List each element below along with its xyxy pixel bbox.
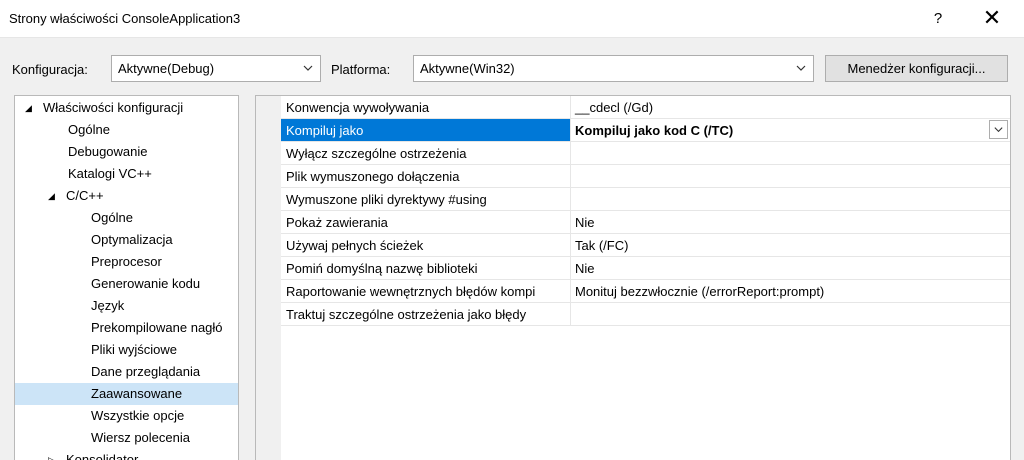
- property-name: Pokaż zawierania: [281, 211, 571, 233]
- property-value: [571, 165, 1010, 187]
- property-row-internal-compiler-error-reporting[interactable]: Raportowanie wewnętrznych błędów kompi M…: [281, 280, 1010, 303]
- title-bar: Strony właściwości ConsoleApplication3 ?…: [0, 0, 1024, 38]
- tree-item-all-options[interactable]: Wszystkie opcje: [15, 405, 238, 427]
- config-label: Konfiguracja:: [12, 62, 88, 77]
- property-value-text: Kompiluj jako kod C (/TC): [575, 123, 734, 138]
- tree-item-browse-information[interactable]: Dane przeglądania: [15, 361, 238, 383]
- configuration-manager-button[interactable]: Menedżer konfiguracji...: [825, 55, 1008, 82]
- chevron-down-icon: [994, 127, 1003, 133]
- value-dropdown-button[interactable]: [989, 120, 1008, 139]
- property-name: Kompiluj jako: [281, 119, 571, 141]
- help-button[interactable]: ?: [916, 4, 960, 32]
- property-value: [571, 303, 1010, 325]
- platform-value: Aktywne(Win32): [420, 61, 515, 76]
- property-value: [571, 188, 1010, 210]
- property-grid: Konwencja wywoływania __cdecl (/Gd) Komp…: [255, 95, 1011, 460]
- property-row-use-full-paths[interactable]: Używaj pełnych ścieżek Tak (/FC): [281, 234, 1010, 257]
- property-name: Traktuj szczególne ostrzeżenia jako błęd…: [281, 303, 571, 325]
- expanded-triangle-icon[interactable]: ◢: [25, 97, 35, 119]
- tree-item-advanced[interactable]: Zaawansowane: [15, 383, 238, 405]
- property-value: __cdecl (/Gd): [575, 100, 654, 115]
- config-value: Aktywne(Debug): [118, 61, 215, 76]
- property-name: Używaj pełnych ścieżek: [281, 234, 571, 256]
- property-value: Tak (/FC): [575, 238, 629, 253]
- property-row-show-includes[interactable]: Pokaż zawierania Nie: [281, 211, 1010, 234]
- close-button[interactable]: ✕: [970, 4, 1014, 32]
- property-name: Wyłącz szczególne ostrzeżenia: [281, 142, 571, 164]
- tree-item-debugging[interactable]: Debugowanie: [15, 141, 238, 163]
- tree-item-c-cpp[interactable]: ◢ C/C++: [15, 185, 238, 207]
- configuration-toolbar: Konfiguracja: Aktywne(Debug) Platforma: …: [0, 38, 1024, 94]
- property-row-forced-include-file[interactable]: Plik wymuszonego dołączenia: [281, 165, 1010, 188]
- platform-dropdown[interactable]: Aktywne(Win32): [413, 55, 814, 82]
- tree-item-configuration-properties[interactable]: ◢ Właściwości konfiguracji: [15, 97, 238, 119]
- property-name: Raportowanie wewnętrznych błędów kompi: [281, 280, 571, 302]
- window-title: Strony właściwości ConsoleApplication3: [9, 11, 241, 26]
- tree-item-preprocessor[interactable]: Preprocesor: [15, 251, 238, 273]
- property-tree[interactable]: ◢ Właściwości konfiguracji Ogólne Debugow…: [14, 95, 239, 460]
- expanded-triangle-icon[interactable]: ◢: [48, 185, 58, 207]
- property-row-calling-convention[interactable]: Konwencja wywoływania __cdecl (/Gd): [281, 96, 1010, 119]
- chevron-down-icon: [303, 65, 313, 71]
- tree-item-linker[interactable]: ▷ Konsolidator: [15, 449, 238, 460]
- tree-item-command-line[interactable]: Wiersz polecenia: [15, 427, 238, 449]
- tree-item-language[interactable]: Język: [15, 295, 238, 317]
- property-value: Kompiluj jako kod C (/TC): [571, 119, 1010, 141]
- property-name: Pomiń domyślną nazwę biblioteki: [281, 257, 571, 279]
- platform-label: Platforma:: [331, 62, 391, 77]
- tree-item-general[interactable]: Ogólne: [15, 119, 238, 141]
- property-value: [571, 142, 1010, 164]
- property-row-compile-as[interactable]: Kompiluj jako Kompiluj jako kod C (/TC): [281, 119, 1010, 142]
- config-dropdown[interactable]: Aktywne(Debug): [111, 55, 321, 82]
- tree-item-cpp-general[interactable]: Ogólne: [15, 207, 238, 229]
- property-row-disable-specific-warnings[interactable]: Wyłącz szczególne ostrzeżenia: [281, 142, 1010, 165]
- property-row-forced-using-files[interactable]: Wymuszone pliki dyrektywy #using: [281, 188, 1010, 211]
- property-row-omit-default-library-name[interactable]: Pomiń domyślną nazwę biblioteki Nie: [281, 257, 1010, 280]
- property-name: Wymuszone pliki dyrektywy #using: [281, 188, 571, 210]
- tree-item-vc-directories[interactable]: Katalogi VC++: [15, 163, 238, 185]
- close-icon: ✕: [982, 5, 1002, 30]
- chevron-down-icon: [796, 65, 806, 71]
- collapsed-triangle-icon[interactable]: ▷: [48, 449, 58, 460]
- tree-item-code-generation[interactable]: Generowanie kodu: [15, 273, 238, 295]
- help-icon: ?: [933, 9, 943, 27]
- property-name: Plik wymuszonego dołączenia: [281, 165, 571, 187]
- configuration-manager-label: Menedżer konfiguracji...: [847, 61, 986, 76]
- property-name: Konwencja wywoływania: [281, 96, 571, 118]
- property-value: Nie: [575, 215, 595, 230]
- tree-item-precompiled-headers[interactable]: Prekompilowane nagłó: [15, 317, 238, 339]
- grid-gutter: [256, 96, 281, 460]
- tree-item-optimization[interactable]: Optymalizacja: [15, 229, 238, 251]
- tree-item-output-files[interactable]: Pliki wyjściowe: [15, 339, 238, 361]
- property-row-treat-warnings-as-errors[interactable]: Traktuj szczególne ostrzeżenia jako błęd…: [281, 303, 1010, 326]
- property-value: Nie: [575, 261, 595, 276]
- property-value: Monituj bezzwłocznie (/errorReport:promp…: [575, 284, 825, 299]
